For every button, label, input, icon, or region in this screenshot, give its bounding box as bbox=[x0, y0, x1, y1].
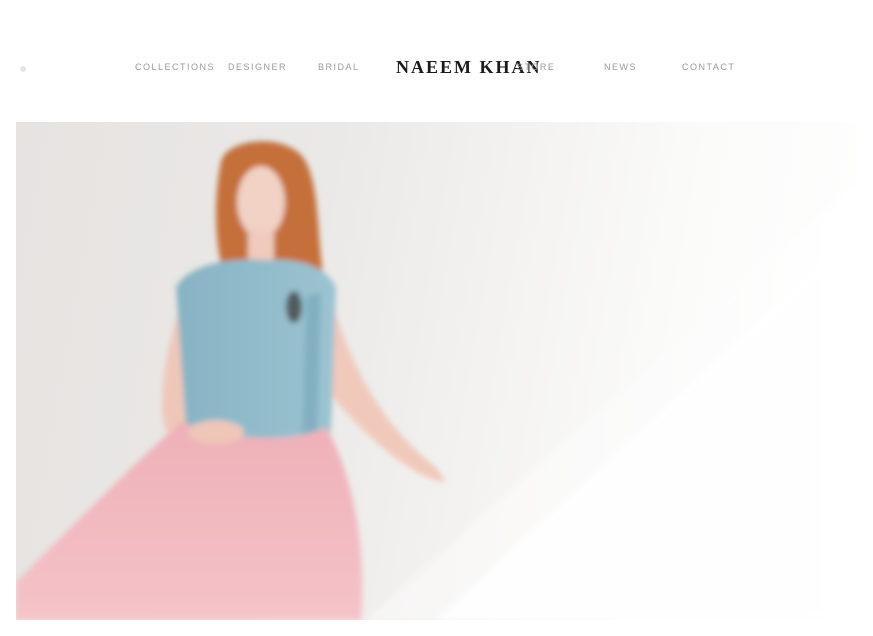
nav-news[interactable]: NEWS bbox=[604, 62, 637, 72]
nav-contact[interactable]: CONTACT bbox=[682, 62, 735, 72]
nav-collections[interactable]: COLLECTIONS bbox=[135, 62, 215, 72]
nav-bridal[interactable]: BRIDAL bbox=[318, 62, 360, 72]
hero-image bbox=[16, 141, 856, 620]
nav-designer[interactable]: DESIGNER bbox=[228, 62, 287, 72]
hero-banner[interactable] bbox=[16, 122, 856, 620]
top-navigation: COLLECTIONS DESIGNER BRIDAL NAEEM KHAN S… bbox=[0, 54, 873, 84]
nav-store[interactable]: STORE bbox=[517, 62, 555, 72]
